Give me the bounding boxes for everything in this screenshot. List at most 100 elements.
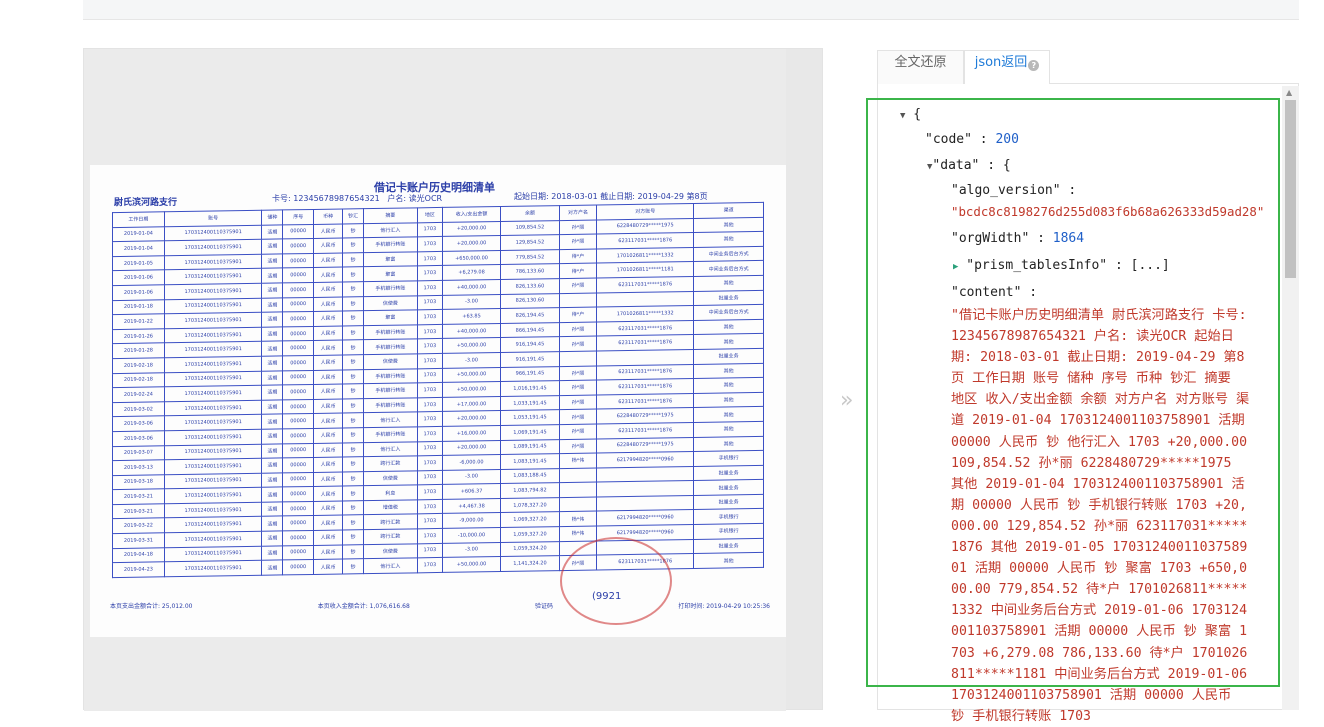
- help-icon[interactable]: ?: [1028, 60, 1040, 71]
- json-prism-value[interactable]: [...]: [1131, 258, 1170, 273]
- table-cell: 人民币: [313, 267, 343, 283]
- table-cell: [596, 466, 694, 483]
- table-cell: 孙*丽: [559, 336, 597, 352]
- table-cell: 00000: [282, 384, 314, 400]
- table-cell: 170312400110375901: [164, 531, 262, 548]
- table-cell: 00000: [282, 428, 314, 444]
- table-cell: 活期: [261, 428, 283, 444]
- table-cell: 623117031*****1876: [596, 364, 694, 381]
- table-cell: 钞: [342, 354, 364, 370]
- table-cell: 活期: [261, 399, 283, 415]
- footer-right: 验证码: [535, 603, 554, 610]
- table-cell: 信使费: [363, 353, 418, 370]
- table-cell: 1,083,191.45: [500, 453, 560, 470]
- table-cell: +20,000.00: [442, 235, 501, 252]
- json-data-brace: {: [1002, 158, 1011, 173]
- statement-header-cell: 序号: [282, 209, 314, 225]
- table-cell: 109,854.52: [500, 220, 560, 236]
- table-cell: 人民币: [313, 530, 343, 546]
- table-cell: 1701026811*****1332: [596, 305, 694, 322]
- table-cell: 1,069,327.20: [500, 512, 560, 528]
- table-cell: 钞: [342, 500, 364, 516]
- table-cell: 批量业务: [693, 479, 764, 496]
- table-cell: 00000: [282, 340, 314, 356]
- table-cell: 钞: [342, 398, 364, 414]
- json-code-line: "code" : 200: [925, 132, 1019, 147]
- table-cell: 2019-03-06: [112, 416, 165, 432]
- table-cell: 170312400110375901: [164, 327, 262, 344]
- table-cell: 1,089,191.45: [500, 439, 560, 455]
- table-cell: -3.00: [442, 294, 501, 310]
- table-cell: 孙*丽: [559, 394, 597, 410]
- table-cell: 826,130.60: [500, 293, 560, 309]
- tab-json-return[interactable]: json返回?: [964, 50, 1050, 85]
- collapse-root-icon[interactable]: ▼: [900, 111, 905, 121]
- scrollbar-thumb[interactable]: [1285, 100, 1296, 278]
- table-cell: 活期: [261, 253, 283, 269]
- table-cell: 2019-01-04: [112, 226, 165, 242]
- table-cell: 00000: [282, 559, 314, 575]
- table-cell: 活期: [261, 370, 283, 386]
- table-cell: 批量业务: [693, 289, 764, 306]
- table-cell: 活期: [261, 268, 283, 284]
- table-cell: 钞: [342, 281, 364, 297]
- table-cell: 1703: [417, 280, 443, 296]
- table-cell: 00000: [282, 457, 314, 473]
- table-cell: 活期: [261, 545, 283, 561]
- top-toolbar: [83, 0, 1299, 20]
- table-cell: 钞: [342, 369, 364, 385]
- table-cell: +63.85: [442, 308, 501, 325]
- table-cell: -3.00: [442, 469, 501, 485]
- statement-header-cell: 储种: [261, 209, 283, 225]
- table-cell: 2019-01-22: [112, 313, 165, 330]
- table-cell: 623117031*****1876: [596, 393, 694, 410]
- table-cell: 1703: [417, 557, 443, 573]
- table-cell: 1,059,324.20: [500, 541, 560, 557]
- statement-header-cell: 地区: [417, 207, 443, 223]
- table-cell: 中间业务后台方式: [693, 260, 764, 277]
- table-cell: 活期: [261, 239, 283, 255]
- expand-prism-icon[interactable]: ▶: [953, 262, 958, 272]
- json-scrollbar[interactable]: ▲: [1282, 86, 1299, 710]
- table-cell: 1,083,794.82: [500, 482, 560, 499]
- table-cell: 1,078,327.20: [500, 497, 560, 513]
- double-chevron-right-icon[interactable]: »: [840, 388, 853, 413]
- table-cell: 1,053,191.45: [500, 409, 560, 426]
- table-cell: 钞: [342, 558, 364, 574]
- json-algo-value-line: "bcdc8c8198276d255d083f6b68a626333d59ad2…: [951, 201, 1264, 222]
- table-cell: 00000: [282, 282, 314, 298]
- table-cell: 623117031*****1876: [596, 232, 694, 249]
- statement-header-cell: 渠道: [693, 202, 764, 219]
- preview-canvas: 借记卡账户历史明细清单 尉氏滨河路支行 卡号: 1234567898765432…: [84, 49, 786, 711]
- table-cell: 活期: [261, 530, 283, 546]
- scanned-bank-statement: 借记卡账户历史明细清单 尉氏滨河路支行 卡号: 1234567898765432…: [90, 165, 786, 637]
- footer-print: 打印时间: 2019-04-29 10:25:36: [678, 603, 770, 610]
- scroll-up-icon[interactable]: ▲: [1286, 88, 1292, 97]
- tab-full-text[interactable]: 全文还原: [877, 50, 964, 84]
- table-cell: 他行汇入: [363, 222, 418, 238]
- table-cell: 1,069,191.45: [500, 424, 560, 441]
- table-cell: 其他: [693, 333, 764, 350]
- table-cell: 00000: [282, 311, 314, 327]
- table-cell: 00000: [282, 515, 314, 531]
- table-cell: 2019-02-18: [112, 372, 165, 388]
- table-cell: 1703: [417, 236, 443, 252]
- table-cell: 人民币: [313, 486, 343, 502]
- table-cell: 6228480729*****1975: [596, 407, 694, 424]
- table-cell: 170312400110375901: [164, 254, 262, 271]
- table-cell: 1703: [417, 484, 443, 500]
- table-cell: 钞: [342, 412, 364, 428]
- table-cell: 2019-02-24: [112, 386, 165, 403]
- json-prism-key: "prism_tablesInfo": [966, 258, 1108, 273]
- json-content-key: "content": [951, 285, 1022, 300]
- table-cell: 钞: [342, 340, 364, 355]
- table-cell: 1,033,191.45: [500, 395, 560, 411]
- doc-period: 起始日期: 2018-03-01 截止日期: 2019-04-29 第8页: [514, 192, 708, 201]
- table-cell: [596, 291, 694, 308]
- table-cell: 1,141,324.20: [500, 555, 560, 572]
- table-cell: 活期: [261, 458, 283, 473]
- table-cell: 批量业务: [693, 538, 764, 554]
- table-cell: 2019-01-28: [112, 343, 165, 359]
- table-cell: 623117031*****1876: [596, 334, 694, 351]
- table-cell: [596, 495, 694, 512]
